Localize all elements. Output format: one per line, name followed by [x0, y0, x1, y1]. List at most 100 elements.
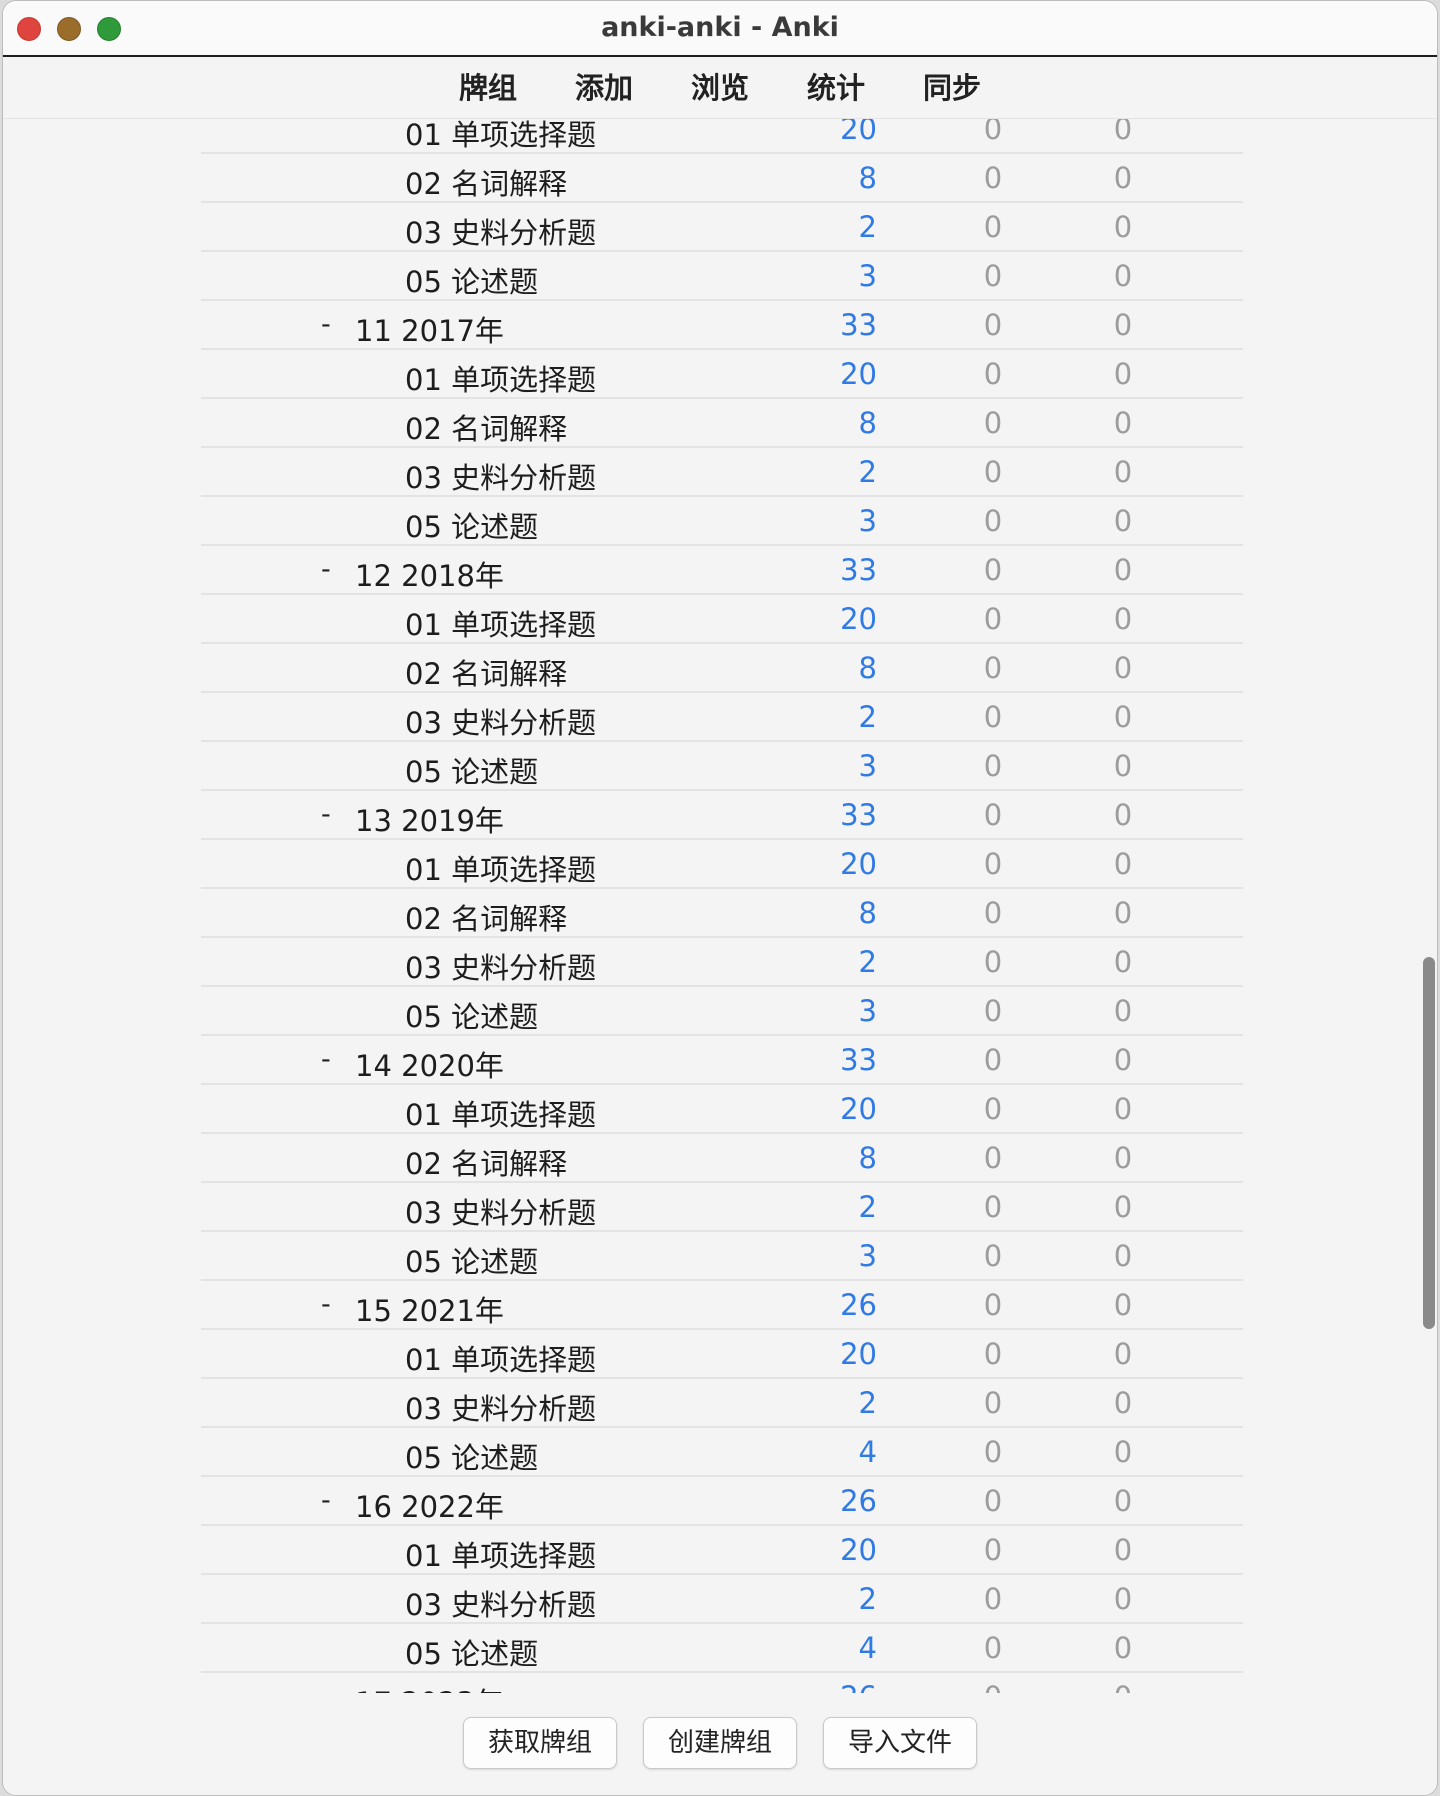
- deck-name-link[interactable]: 05 论述题: [405, 1435, 538, 1477]
- deck-name-link[interactable]: 03 史料分析题: [405, 210, 596, 252]
- deck-name-link[interactable]: 01 单项选择题: [405, 1337, 596, 1379]
- deck-name-link[interactable]: 05 论述题: [405, 1631, 538, 1673]
- deck-row[interactable]: 03 史料分析题 2 0 0: [3, 1183, 1437, 1232]
- deck-name-link[interactable]: 15 2021年: [355, 1288, 504, 1330]
- collapse-toggle[interactable]: -: [321, 1485, 341, 1516]
- learn-count: 0: [983, 210, 1003, 244]
- deck-row[interactable]: 03 史料分析题 2 0 0: [3, 938, 1437, 987]
- deck-row[interactable]: 05 论述题 3 0 0: [3, 742, 1437, 791]
- deck-row[interactable]: 01 单项选择题 20 0 0: [3, 350, 1437, 399]
- import-file-button[interactable]: 导入文件: [823, 1717, 977, 1769]
- new-count: 20: [840, 847, 877, 881]
- deck-row[interactable]: 01 单项选择题 20 0 0: [3, 595, 1437, 644]
- collapse-toggle[interactable]: -: [321, 1044, 341, 1075]
- deck-name-link[interactable]: 02 名词解释: [405, 651, 567, 693]
- deck-name-link[interactable]: 02 名词解释: [405, 896, 567, 938]
- deck-name-link[interactable]: 01 单项选择题: [405, 357, 596, 399]
- deck-name-link[interactable]: 03 史料分析题: [405, 1386, 596, 1428]
- toolbar-stats[interactable]: 统计: [778, 57, 894, 118]
- toolbar-sync[interactable]: 同步: [894, 57, 1010, 118]
- deck-row[interactable]: 05 论述题 3 0 0: [3, 987, 1437, 1036]
- deck-name-link[interactable]: 02 名词解释: [405, 161, 567, 203]
- deck-name-link[interactable]: 14 2020年: [355, 1043, 504, 1085]
- deck-name-link[interactable]: 05 论述题: [405, 994, 538, 1036]
- new-count: 20: [840, 357, 877, 391]
- toolbar-add[interactable]: 添加: [546, 57, 662, 118]
- due-count: 0: [1113, 651, 1133, 685]
- deck-name-link[interactable]: 01 单项选择题: [405, 847, 596, 889]
- new-count: 2: [858, 1582, 877, 1616]
- collapse-toggle[interactable]: -: [321, 554, 341, 585]
- deck-name-link[interactable]: 01 单项选择题: [405, 1533, 596, 1575]
- deck-row[interactable]: 01 单项选择题 20 0 0: [3, 119, 1437, 154]
- new-count: 2: [858, 1386, 877, 1420]
- deck-row[interactable]: 02 名词解释 8 0 0: [3, 889, 1437, 938]
- learn-count: 0: [983, 308, 1003, 342]
- deck-name-link[interactable]: 16 2022年: [355, 1484, 504, 1526]
- deck-name-link[interactable]: 05 论述题: [405, 1239, 538, 1281]
- deck-name-link[interactable]: 01 单项选择题: [405, 1092, 596, 1134]
- deck-name-link[interactable]: 03 史料分析题: [405, 1190, 596, 1232]
- deck-name-link[interactable]: 12 2018年: [355, 553, 504, 595]
- due-count: 0: [1113, 1288, 1133, 1322]
- deck-name-link[interactable]: 02 名词解释: [405, 1141, 567, 1183]
- new-count: 3: [858, 749, 877, 783]
- deck-row[interactable]: 02 名词解释 8 0 0: [3, 1134, 1437, 1183]
- collapse-toggle[interactable]: -: [321, 799, 341, 830]
- deck-row[interactable]: 05 论述题 3 0 0: [3, 497, 1437, 546]
- deck-row-parent[interactable]: -12 2018年 33 0 0: [3, 546, 1437, 595]
- get-shared-decks-button[interactable]: 获取牌组: [463, 1717, 617, 1769]
- deck-name-link[interactable]: 03 史料分析题: [405, 945, 596, 987]
- due-count: 0: [1113, 161, 1133, 195]
- deck-name-link[interactable]: 05 论述题: [405, 504, 538, 546]
- deck-row[interactable]: 02 名词解释 8 0 0: [3, 154, 1437, 203]
- deck-name-link[interactable]: 03 史料分析题: [405, 455, 596, 497]
- toolbar-browse[interactable]: 浏览: [662, 57, 778, 118]
- deck-name-link[interactable]: 05 论述题: [405, 749, 538, 791]
- vertical-scrollbar[interactable]: [1423, 957, 1435, 1329]
- learn-count: 0: [983, 1631, 1003, 1665]
- collapse-toggle[interactable]: -: [321, 1289, 341, 1320]
- deck-row[interactable]: 03 史料分析题 2 0 0: [3, 693, 1437, 742]
- new-count: 20: [840, 1092, 877, 1126]
- deck-row[interactable]: 03 史料分析题 2 0 0: [3, 1575, 1437, 1624]
- deck-row[interactable]: 01 单项选择题 20 0 0: [3, 1085, 1437, 1134]
- due-count: 0: [1113, 119, 1133, 146]
- deck-row[interactable]: 02 名词解释 8 0 0: [3, 644, 1437, 693]
- deck-row-parent[interactable]: -16 2022年 26 0 0: [3, 1477, 1437, 1526]
- deck-name-link[interactable]: 01 单项选择题: [405, 602, 596, 644]
- deck-row[interactable]: 05 论述题 4 0 0: [3, 1428, 1437, 1477]
- deck-row-parent[interactable]: -13 2019年 33 0 0: [3, 791, 1437, 840]
- deck-row[interactable]: 03 史料分析题 2 0 0: [3, 203, 1437, 252]
- due-count: 0: [1113, 406, 1133, 440]
- deck-row-parent[interactable]: -11 2017年 33 0 0: [3, 301, 1437, 350]
- deck-row-parent[interactable]: -14 2020年 33 0 0: [3, 1036, 1437, 1085]
- learn-count: 0: [983, 700, 1003, 734]
- due-count: 0: [1113, 945, 1133, 979]
- due-count: 0: [1113, 1092, 1133, 1126]
- collapse-toggle[interactable]: -: [321, 309, 341, 340]
- learn-count: 0: [983, 1533, 1003, 1567]
- deck-name-link[interactable]: 02 名词解释: [405, 406, 567, 448]
- deck-name-link[interactable]: 13 2019年: [355, 798, 504, 840]
- deck-name-link[interactable]: 01 单项选择题: [405, 119, 596, 154]
- deck-row[interactable]: 02 名词解释 8 0 0: [3, 399, 1437, 448]
- create-deck-button[interactable]: 创建牌组: [643, 1717, 797, 1769]
- deck-row[interactable]: 01 单项选择题 20 0 0: [3, 1330, 1437, 1379]
- toolbar-decks[interactable]: 牌组: [430, 57, 546, 118]
- due-count: 0: [1113, 1141, 1133, 1175]
- deck-row[interactable]: 05 论述题 4 0 0: [3, 1624, 1437, 1673]
- deck-name-link[interactable]: 05 论述题: [405, 259, 538, 301]
- deck-row-parent[interactable]: -15 2021年 26 0 0: [3, 1281, 1437, 1330]
- learn-count: 0: [983, 504, 1003, 538]
- deck-row-parent[interactable]: -17 2023年2600: [3, 1673, 1437, 1695]
- deck-row[interactable]: 03 史料分析题 2 0 0: [3, 1379, 1437, 1428]
- deck-row[interactable]: 01 单项选择题 20 0 0: [3, 1526, 1437, 1575]
- deck-name-link[interactable]: 11 2017年: [355, 308, 504, 350]
- deck-row[interactable]: 03 史料分析题 2 0 0: [3, 448, 1437, 497]
- deck-name-link[interactable]: 03 史料分析题: [405, 1582, 596, 1624]
- deck-row[interactable]: 01 单项选择题 20 0 0: [3, 840, 1437, 889]
- deck-name-link[interactable]: 03 史料分析题: [405, 700, 596, 742]
- deck-row[interactable]: 05 论述题 3 0 0: [3, 1232, 1437, 1281]
- deck-row[interactable]: 05 论述题 3 0 0: [3, 252, 1437, 301]
